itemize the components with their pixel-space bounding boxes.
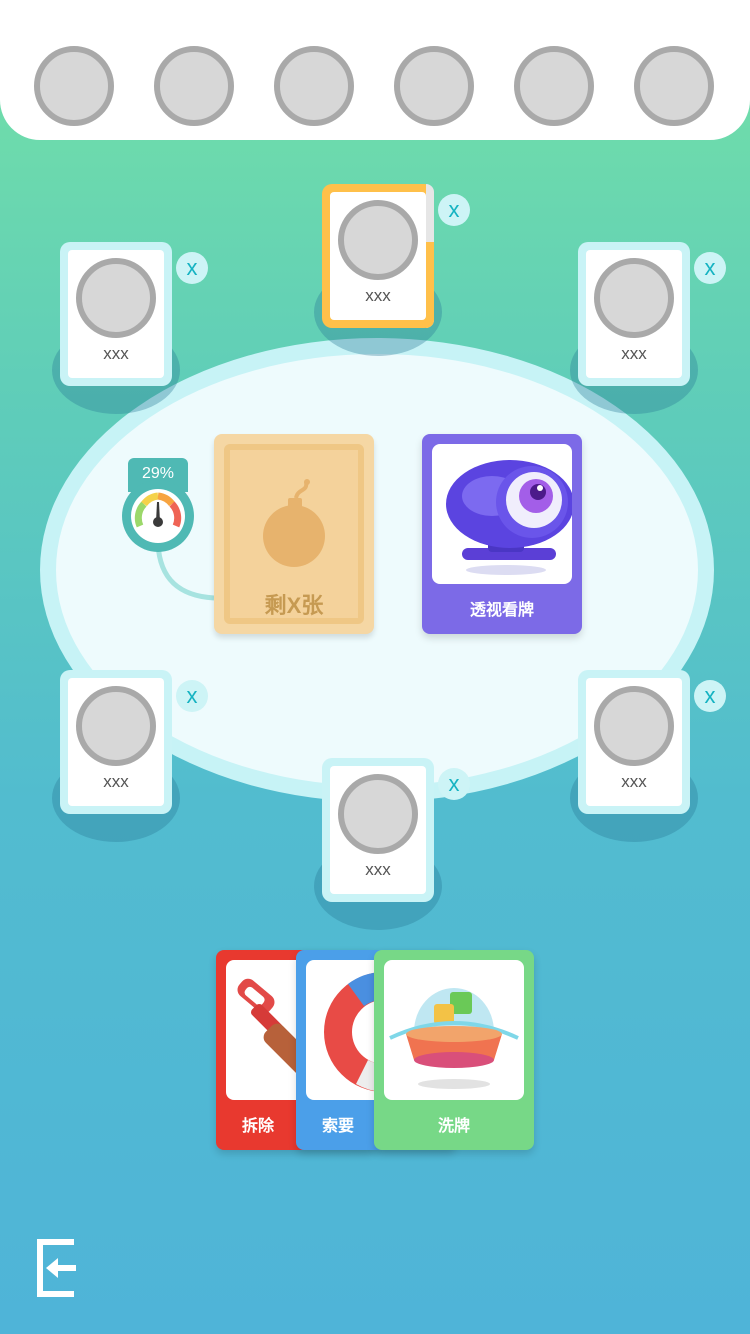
kick-player-button[interactable]: x: [438, 768, 470, 800]
danger-gauge: 29%: [122, 458, 194, 554]
exit-icon[interactable]: [34, 1238, 78, 1298]
top-avatar-slot[interactable]: [34, 46, 114, 126]
player-name: xxx: [621, 344, 647, 363]
player-seat-top[interactable]: xxx: [314, 184, 442, 356]
draw-deck[interactable]: 剩X张: [214, 434, 374, 634]
top-avatar-slot[interactable]: [394, 46, 474, 126]
kick-player-button[interactable]: x: [176, 252, 208, 284]
hand-card-shuffle[interactable]: 洗牌: [374, 950, 534, 1150]
eye-camera-icon: [446, 460, 572, 575]
top-player-bar: [0, 0, 750, 140]
player-seat-lower-right[interactable]: xxx: [570, 670, 698, 842]
avatar: [594, 258, 674, 338]
top-avatar-slot[interactable]: [274, 46, 354, 126]
kick-player-button[interactable]: x: [438, 194, 470, 226]
player-seat-upper-right[interactable]: xxx: [570, 242, 698, 414]
player-name: xxx: [103, 344, 129, 363]
avatar: [76, 258, 156, 338]
kick-player-button[interactable]: x: [694, 680, 726, 712]
player-seat-bottom[interactable]: xxx: [314, 758, 442, 930]
kick-player-button[interactable]: x: [694, 252, 726, 284]
player-name: xxx: [365, 860, 391, 879]
top-avatar-slot[interactable]: [154, 46, 234, 126]
avatar: [594, 686, 674, 766]
bomb-icon: [263, 479, 325, 567]
gauge-dial-icon: [131, 489, 185, 543]
card-label: 洗牌: [437, 1118, 470, 1135]
player-name: xxx: [365, 286, 391, 305]
player-seat-upper-left[interactable]: xxx: [52, 242, 180, 414]
turn-timer-fill: [426, 242, 434, 328]
see-through-card[interactable]: 透视看牌: [422, 434, 582, 634]
kick-player-button[interactable]: x: [176, 680, 208, 712]
avatar: [76, 686, 156, 766]
deck-remaining: 剩X张: [264, 593, 324, 618]
avatar: [338, 774, 418, 854]
card-label: 透视看牌: [469, 602, 534, 619]
top-avatar-slot[interactable]: [634, 46, 714, 126]
player-name: xxx: [103, 772, 129, 791]
player-name: xxx: [621, 772, 647, 791]
player-seat-lower-left[interactable]: xxx: [52, 670, 180, 842]
avatar: [338, 200, 418, 280]
shuffle-dome-icon: [389, 988, 519, 1089]
top-avatar-slot[interactable]: [514, 46, 594, 126]
